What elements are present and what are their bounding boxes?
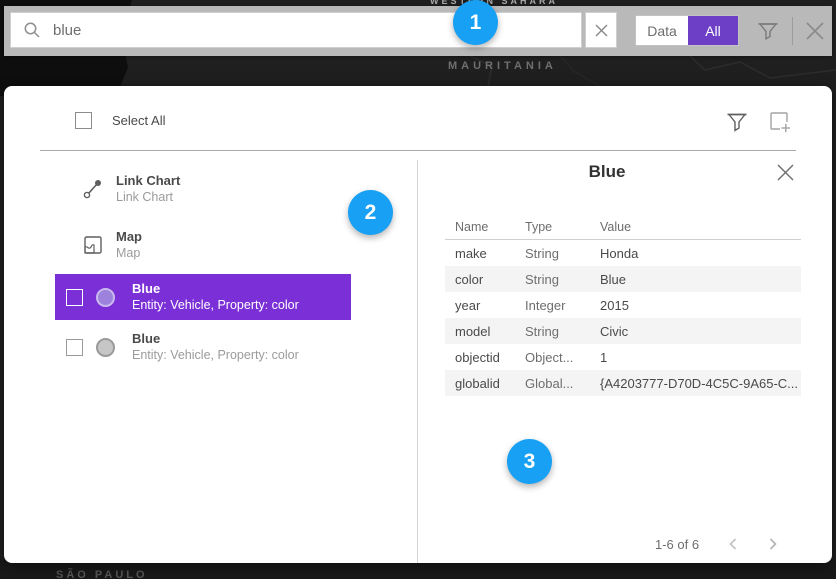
result-title: Blue [132, 280, 299, 297]
result-blue-selected[interactable]: Blue Entity: Vehicle, Property: color [55, 274, 351, 320]
toolbar-divider [792, 17, 793, 45]
table-row: make String Honda [445, 240, 801, 266]
cell-name: color [455, 272, 525, 287]
result-subtitle: Entity: Vehicle, Property: color [132, 347, 299, 364]
close-icon[interactable] [800, 16, 830, 46]
app-window: WESTERN SAHARA MAURITANIA SÃO PAULO Data [0, 0, 836, 579]
filter-icon[interactable] [756, 19, 780, 43]
select-all-label: Select All [112, 113, 165, 128]
clear-search-button[interactable] [585, 12, 617, 48]
select-all-checkbox[interactable] [75, 112, 92, 129]
result-link-chart[interactable]: Link Chart Link Chart [82, 172, 180, 206]
link-chart-icon [82, 178, 104, 200]
entity-circle-icon [96, 338, 115, 357]
chevron-left-icon[interactable] [727, 537, 739, 551]
detail-close-icon[interactable] [776, 163, 795, 182]
cell-value: {A4203777-D70D-4C5C-9A65-C... [600, 376, 801, 391]
result-title: Link Chart [116, 172, 180, 189]
table-row: color String Blue [445, 266, 801, 292]
cell-value: Civic [600, 324, 801, 339]
result-blue[interactable]: Blue Entity: Vehicle, Property: color [55, 324, 351, 370]
result-title: Blue [132, 330, 299, 347]
attributes-table: Name Type Value make String Honda color … [445, 214, 801, 396]
entity-circle-icon [96, 288, 115, 307]
list-detail-divider [417, 160, 418, 563]
search-input[interactable] [51, 21, 581, 40]
result-title: Map [116, 228, 142, 245]
table-row: globalid Global... {A4203777-D70D-4C5C-9… [445, 370, 801, 396]
annotation-badge-3: 3 [507, 439, 552, 484]
cell-name: model [455, 324, 525, 339]
panel-divider [40, 150, 796, 151]
search-toolbar: Data All [4, 6, 832, 56]
result-map[interactable]: Map Map [82, 228, 142, 262]
cell-type: Integer [525, 298, 600, 313]
cell-name: globalid [455, 376, 525, 391]
table-row: model String Civic [445, 318, 801, 344]
table-row: objectid Object... 1 [445, 344, 801, 370]
cell-name: objectid [455, 350, 525, 365]
table-header: Name Type Value [445, 214, 801, 240]
cell-name: year [455, 298, 525, 313]
cell-value: Honda [600, 246, 801, 261]
scope-data-button[interactable]: Data [636, 16, 688, 45]
cell-name: make [455, 246, 525, 261]
pagination-label: 1-6 of 6 [655, 537, 699, 552]
scope-all-button[interactable]: All [688, 16, 738, 45]
add-to-selection-icon[interactable] [768, 110, 792, 134]
pagination: 1-6 of 6 [417, 532, 797, 556]
result-subtitle: Link Chart [116, 189, 180, 206]
result-checkbox[interactable] [66, 339, 83, 356]
results-filter-icon[interactable] [726, 110, 748, 134]
cell-type: Global... [525, 376, 600, 391]
map-label-bottom: SÃO PAULO [56, 569, 148, 579]
cell-type: String [525, 272, 600, 287]
map-icon [82, 234, 104, 256]
detail-title: Blue [417, 162, 797, 182]
annotation-badge-2: 2 [348, 190, 393, 235]
cell-value: 2015 [600, 298, 801, 313]
cell-type: String [525, 246, 600, 261]
result-subtitle: Map [116, 245, 142, 262]
search-icon [23, 21, 41, 39]
column-name: Name [455, 220, 525, 234]
column-value: Value [600, 220, 801, 234]
cell-value: 1 [600, 350, 801, 365]
scope-toggle: Data All [635, 15, 739, 46]
cell-type: String [525, 324, 600, 339]
annotation-badge-1: 1 [453, 0, 498, 45]
cell-type: Object... [525, 350, 600, 365]
chevron-right-icon[interactable] [767, 537, 779, 551]
table-row: year Integer 2015 [445, 292, 801, 318]
clear-icon [595, 24, 608, 37]
result-checkbox[interactable] [66, 289, 83, 306]
result-subtitle: Entity: Vehicle, Property: color [132, 297, 299, 314]
map-label-mauritania: MAURITANIA [448, 60, 557, 72]
search-results-panel: Select All [4, 86, 832, 563]
cell-value: Blue [600, 272, 801, 287]
column-type: Type [525, 220, 600, 234]
